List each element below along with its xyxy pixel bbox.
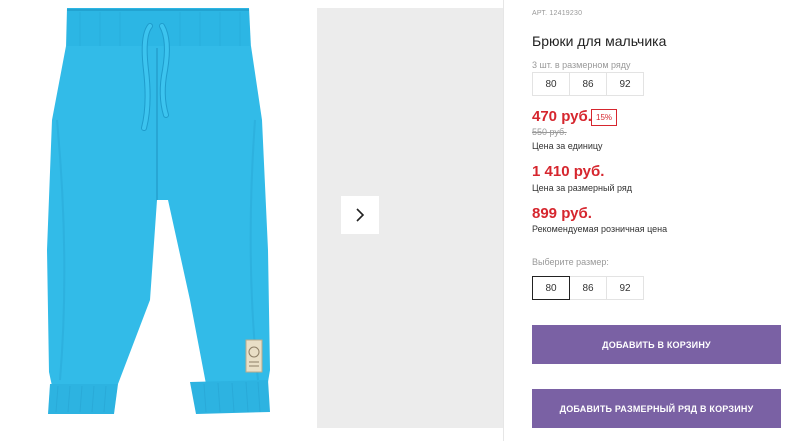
product-gallery: [0, 0, 505, 441]
pack-size-list: 80 86 92: [532, 72, 644, 96]
pack-size-92: 92: [606, 72, 644, 96]
gallery-next-button[interactable]: [341, 196, 379, 234]
discount-badge: 15%: [591, 109, 618, 126]
pack-size-80: 80: [532, 72, 570, 96]
divider: [503, 0, 504, 441]
chevron-right-icon: [356, 208, 365, 222]
unit-price-caption: Цена за единицу: [532, 141, 603, 151]
add-pack-to-cart-button[interactable]: Добавить размерный ряд в корзину: [532, 389, 781, 428]
pack-label: 3 шт. в размерном ряду: [532, 60, 631, 70]
pack-size-86: 86: [569, 72, 607, 96]
pack-price-caption: Цена за размерный ряд: [532, 183, 633, 193]
unit-price: 470 руб.: [532, 108, 592, 125]
article-number: АРТ. 12419230: [532, 10, 583, 17]
add-to-cart-button[interactable]: Добавить в корзину: [532, 325, 781, 364]
size-select-label: Выберите размер:: [532, 257, 609, 267]
product-title: Брюки для мальчика: [532, 33, 667, 49]
retail-price-caption: Рекомендуемая розничная цена: [532, 224, 668, 234]
size-option-92[interactable]: 92: [606, 276, 644, 300]
pants-image: [47, 8, 270, 414]
size-option-80[interactable]: 80: [532, 276, 570, 300]
retail-price: 899 руб.: [532, 205, 592, 222]
old-price: 550 руб.: [532, 127, 567, 137]
product-photo-main[interactable]: [0, 0, 305, 441]
pack-price: 1 410 руб.: [532, 163, 605, 180]
size-option-86[interactable]: 86: [569, 276, 607, 300]
size-selector: 80 86 92: [532, 276, 644, 300]
